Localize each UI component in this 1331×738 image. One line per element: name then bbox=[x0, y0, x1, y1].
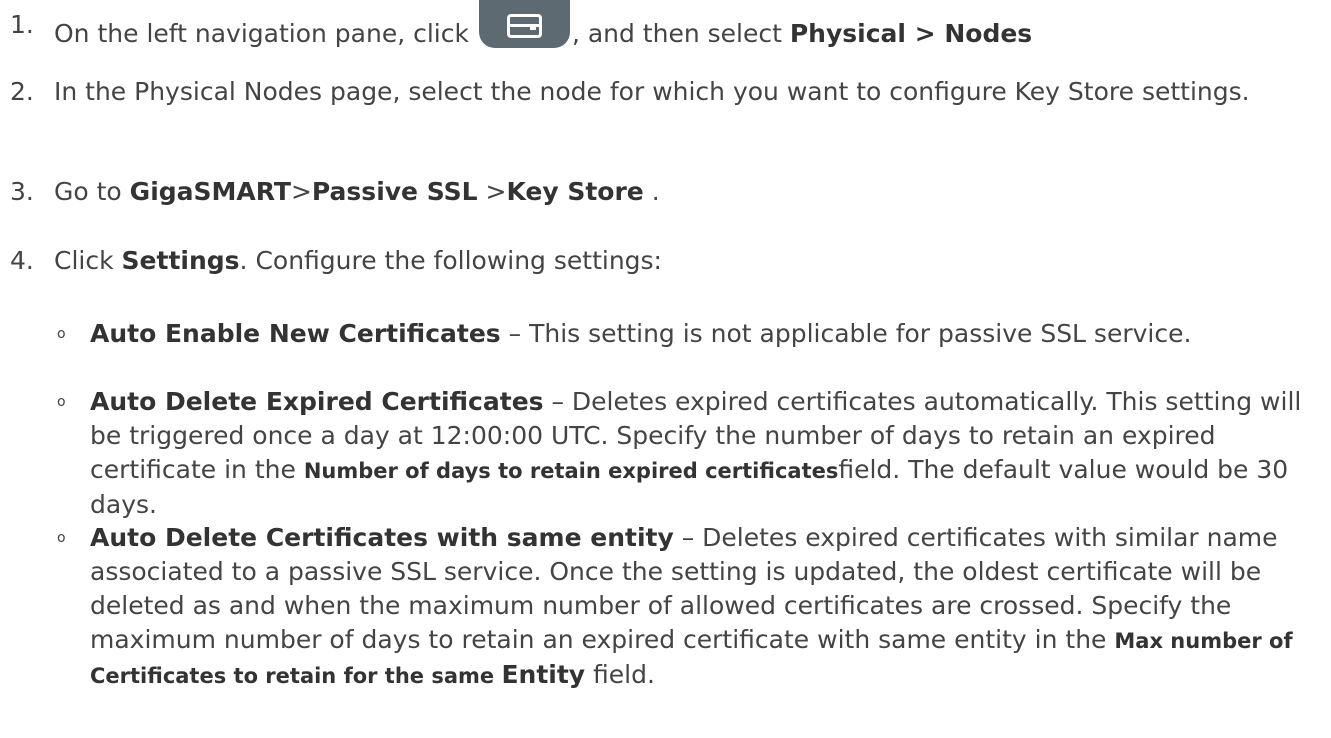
field-name: Number of days to retain expired certifi… bbox=[303, 459, 839, 483]
bullet-icon: o bbox=[57, 530, 66, 546]
step-number: 4. bbox=[10, 246, 34, 275]
procedure-document: 1. On the left navigation pane, click , … bbox=[0, 0, 1331, 738]
field-name-tail: Entity bbox=[501, 660, 586, 689]
setting-text: Auto Enable New Certificates – This sett… bbox=[90, 319, 1192, 348]
step-text: Go to GigaSMART>Passive SSL >Key Store . bbox=[54, 177, 660, 206]
setting-text: Auto Delete Certificates with same entit… bbox=[90, 523, 1293, 689]
step-text: Click Settings. Configure the following … bbox=[54, 246, 662, 275]
bullet-icon: o bbox=[57, 394, 66, 410]
step-text: In the Physical Nodes page, select the n… bbox=[54, 77, 1250, 106]
setting-text: Auto Delete Expired Certificates – Delet… bbox=[90, 387, 1302, 519]
bullet-icon: o bbox=[57, 326, 66, 342]
server-nav-icon bbox=[478, 0, 570, 48]
nav-path: Physical > Nodes bbox=[789, 19, 1033, 48]
setting-name: Auto Delete Certificates with same entit… bbox=[90, 523, 674, 552]
step-text: On the left navigation pane, click , and… bbox=[54, 0, 1324, 51]
step-number: 3. bbox=[10, 177, 34, 206]
step-number: 2. bbox=[10, 77, 34, 106]
step-number: 1. bbox=[10, 10, 34, 39]
setting-name: Auto Delete Expired Certificates bbox=[90, 387, 544, 416]
setting-name: Auto Enable New Certificates bbox=[90, 319, 501, 348]
